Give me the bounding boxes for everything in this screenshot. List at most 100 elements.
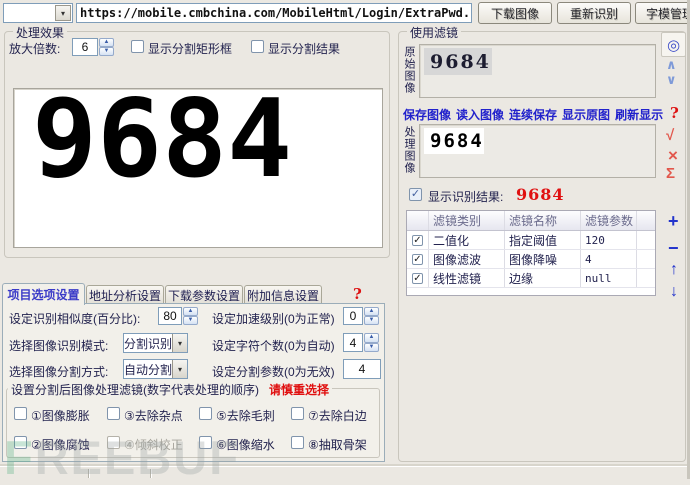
remove-white-edge-checkbox[interactable] <box>291 407 304 420</box>
save-image-link[interactable]: 保存图像 <box>403 106 451 123</box>
target-icon[interactable]: ◎ <box>661 32 686 57</box>
status-separator <box>150 469 151 478</box>
spin-down-icon[interactable]: ▼ <box>364 316 379 325</box>
show-split-rect-checkbox[interactable] <box>131 40 144 53</box>
col-filter-category[interactable]: 滤镜类别 <box>429 211 505 230</box>
accel-input[interactable]: 0 <box>343 307 363 325</box>
add-filter-icon[interactable]: + <box>668 211 679 232</box>
sigma-icon[interactable]: Σ <box>666 165 675 182</box>
checkmark-icon: ✓ <box>413 235 421 246</box>
help-icon[interactable]: ? <box>670 104 679 122</box>
magnification-input[interactable]: 6 <box>72 38 98 56</box>
split-param-input[interactable]: 4 <box>343 359 381 379</box>
cell-category: 图像滤波 <box>429 250 505 268</box>
load-image-link[interactable]: 读入图像 <box>456 106 504 123</box>
dilate-label: ①图像膨胀 <box>31 407 90 424</box>
similarity-stepper[interactable]: ▲ ▼ <box>183 307 198 325</box>
cell-param: 4 <box>581 250 637 268</box>
row-enabled-checkbox[interactable]: ✓ <box>412 254 423 265</box>
spin-down-icon[interactable]: ▼ <box>364 343 379 353</box>
check-icon[interactable]: √ <box>666 127 674 144</box>
dilate-checkbox[interactable] <box>14 407 27 420</box>
chevron-down-icon[interactable]: ▾ <box>172 360 187 378</box>
refresh-display-link[interactable]: 刷新显示 <box>615 106 663 123</box>
tab-address-analysis[interactable]: 地址分析设置 <box>86 285 164 304</box>
processing-effect-group-title: 处理效果 <box>13 24 67 41</box>
processed-captcha-image: 9684 <box>424 128 484 154</box>
filter-table-row[interactable]: ✓ 二值化 指定阈值 120 <box>407 231 655 250</box>
original-captcha-image: 9684 <box>424 48 492 75</box>
remove-filter-icon[interactable]: − <box>668 238 679 259</box>
move-up-icon[interactable]: ↑ <box>670 261 678 279</box>
spin-up-icon[interactable]: ▲ <box>183 307 198 316</box>
remove-burr-checkbox[interactable] <box>199 407 212 420</box>
show-result-label: 显示识别结果: <box>428 188 503 205</box>
skeleton-checkbox[interactable] <box>291 436 304 449</box>
recognition-mode-select[interactable]: 分割识别 ▾ <box>123 333 188 353</box>
spin-down-icon[interactable]: ▼ <box>183 316 198 325</box>
magnification-stepper[interactable]: ▲ ▼ <box>99 38 114 56</box>
remove-white-edge-label: ⑦去除白边 <box>308 407 367 424</box>
similarity-input[interactable]: 80 <box>158 307 182 325</box>
erode-label: ②图像腐蚀 <box>31 436 90 453</box>
remove-burr-label: ⑤去除毛刺 <box>216 407 275 424</box>
cell-name: 边缘 <box>505 269 581 287</box>
processed-image-box: 9684 <box>419 124 656 178</box>
recognition-mode-label: 选择图像识别模式: <box>9 337 108 354</box>
show-result-checkbox[interactable]: ✓ <box>409 188 422 201</box>
history-combobox[interactable]: ▾ <box>3 3 73 23</box>
tab-download-params[interactable]: 下载参数设置 <box>165 285 243 304</box>
filter-table: 滤镜类别 滤镜名称 滤镜参数 ✓ 二值化 指定阈值 120 ✓ 图像滤波 图像降… <box>406 210 656 296</box>
spin-up-icon[interactable]: ▲ <box>99 38 114 47</box>
chevron-up-icon[interactable]: ∧ <box>666 57 677 73</box>
show-original-link[interactable]: 显示原图 <box>562 106 610 123</box>
chevron-down-icon[interactable]: ▾ <box>172 334 187 352</box>
shrink-checkbox[interactable] <box>199 436 212 449</box>
help-icon[interactable]: ? <box>353 285 362 303</box>
filter-table-header: 滤镜类别 滤镜名称 滤镜参数 <box>407 211 655 231</box>
split-mode-value: 自动分割 <box>124 360 172 378</box>
shrink-label: ⑥图像缩水 <box>216 436 275 453</box>
show-split-result-checkbox[interactable] <box>251 40 264 53</box>
char-count-stepper[interactable]: ▲ ▼ <box>364 333 379 352</box>
col-filter-param[interactable]: 滤镜参数 <box>581 211 637 230</box>
cell-param: null <box>581 269 637 287</box>
filter-table-row[interactable]: ✓ 线性滤镜 边缘 null <box>407 269 655 288</box>
col-filter-name[interactable]: 滤镜名称 <box>505 211 581 230</box>
show-split-result-label: 显示分割结果 <box>268 40 340 57</box>
cross-icon[interactable]: × <box>668 146 678 166</box>
chevron-down-icon[interactable]: ▾ <box>55 5 71 21</box>
row-enabled-checkbox[interactable]: ✓ <box>412 273 423 284</box>
move-down-icon[interactable]: ↓ <box>670 283 678 301</box>
cell-category: 线性滤镜 <box>429 269 505 287</box>
split-mode-select[interactable]: 自动分割 ▾ <box>123 359 188 379</box>
spin-up-icon[interactable]: ▲ <box>364 307 379 316</box>
continuous-save-link[interactable]: 连续保存 <box>509 106 557 123</box>
erode-checkbox[interactable] <box>14 436 27 449</box>
font-template-manage-button[interactable]: 字模管理 <box>635 2 690 24</box>
download-image-button[interactable]: 下载图像 <box>478 2 552 24</box>
filter-links-row: 保存图像 读入图像 连续保存 显示原图 刷新显示 <box>403 106 663 123</box>
tab-extra-info[interactable]: 附加信息设置 <box>244 285 322 304</box>
spin-down-icon[interactable]: ▼ <box>99 47 114 56</box>
cell-category: 二值化 <box>429 231 505 249</box>
similarity-label: 设定识别相似度(百分比): <box>9 310 140 327</box>
magnification-label: 放大倍数: <box>9 40 60 57</box>
tab-project-options[interactable]: 项目选项设置 <box>2 283 85 305</box>
captcha-preview-box: 9684 <box>13 88 383 248</box>
url-input[interactable] <box>76 3 472 23</box>
rerecognize-button[interactable]: 重新识别 <box>557 2 631 24</box>
skeleton-label: ⑧抽取骨架 <box>308 436 367 453</box>
split-mode-label: 选择图像分割方式: <box>9 363 108 380</box>
char-count-input[interactable]: 4 <box>343 333 363 352</box>
row-enabled-checkbox[interactable]: ✓ <box>412 235 423 246</box>
split-param-label: 设定分割参数(0为无效) <box>212 363 335 380</box>
spin-up-icon[interactable]: ▲ <box>364 333 379 343</box>
remove-noise-checkbox[interactable] <box>107 407 120 420</box>
original-image-label: 原始图像 <box>402 46 415 102</box>
chevron-down-icon[interactable]: ∨ <box>666 72 677 88</box>
filter-table-row[interactable]: ✓ 图像滤波 图像降噪 4 <box>407 250 655 269</box>
checkmark-icon: ✓ <box>413 273 421 284</box>
accel-stepper[interactable]: ▲ ▼ <box>364 307 379 325</box>
char-count-label: 设定字符个数(0为自动) <box>212 337 335 354</box>
